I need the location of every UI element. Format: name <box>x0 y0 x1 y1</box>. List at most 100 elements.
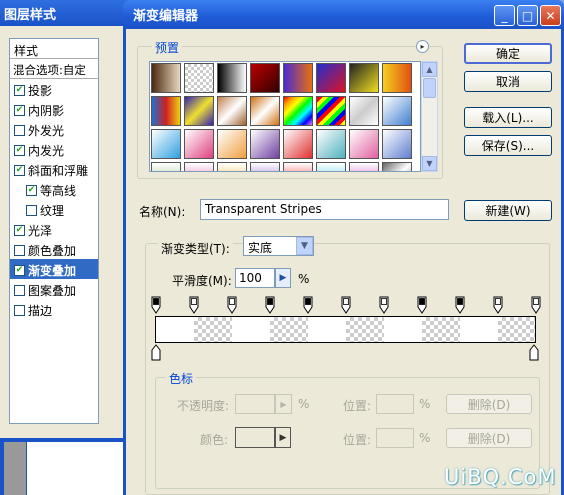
save-button[interactable]: 保存(S)... <box>464 135 552 156</box>
transparent-stripe <box>498 317 535 342</box>
preview-area <box>27 442 128 495</box>
preset-swatch[interactable] <box>283 63 313 93</box>
checkbox-checked-icon[interactable]: ✔ <box>14 84 25 96</box>
style-item[interactable]: 图案叠加 <box>10 279 98 299</box>
opacity-stop[interactable] <box>151 296 161 314</box>
preset-swatch[interactable] <box>349 162 379 171</box>
preset-swatch[interactable] <box>184 129 214 159</box>
smoothness-input[interactable]: 100 <box>235 268 275 288</box>
preset-swatch[interactable] <box>217 63 247 93</box>
preset-swatch[interactable] <box>250 63 280 93</box>
smoothness-slider-arrow-icon[interactable]: ▶ <box>275 268 291 288</box>
style-item-label: 渐变叠加 <box>28 263 77 278</box>
style-item[interactable]: ✔ 斜面和浮雕 <box>10 159 98 179</box>
style-item[interactable]: 描边 <box>10 299 98 319</box>
checkbox-icon[interactable] <box>26 204 37 216</box>
preset-swatch[interactable] <box>217 96 247 126</box>
new-button[interactable]: 新建(W) <box>464 200 552 221</box>
preset-swatch[interactable] <box>184 96 214 126</box>
style-item[interactable]: ✔ 渐变叠加 <box>10 259 98 279</box>
style-item[interactable]: 外发光 <box>10 119 98 139</box>
checkbox-checked-icon[interactable]: ✔ <box>26 184 37 196</box>
style-item[interactable]: ✔ 内阴影 <box>10 99 98 119</box>
checkbox-icon[interactable] <box>14 284 25 296</box>
scroll-thumb[interactable] <box>423 78 436 98</box>
preset-swatch[interactable] <box>316 63 346 93</box>
preset-swatch[interactable] <box>217 129 247 159</box>
ok-button[interactable]: 确定 <box>464 43 552 64</box>
minimize-button[interactable]: _ <box>494 5 515 26</box>
style-item[interactable]: ✔ 投影 <box>10 79 98 99</box>
checkbox-checked-icon[interactable]: ✔ <box>14 144 25 156</box>
opacity-stop[interactable] <box>455 296 465 314</box>
style-item[interactable]: ✔ 内发光 <box>10 139 98 159</box>
checkbox-checked-icon[interactable]: ✔ <box>14 224 25 236</box>
preset-swatch[interactable] <box>382 96 412 126</box>
style-item[interactable]: 颜色叠加 <box>10 239 98 259</box>
scroll-up-icon[interactable]: ▲ <box>422 62 437 77</box>
preset-swatch[interactable] <box>349 96 379 126</box>
preset-swatch[interactable] <box>151 162 181 171</box>
preset-scrollbar[interactable]: ▲ ▼ <box>421 61 438 172</box>
preset-swatch[interactable] <box>382 162 412 171</box>
color-swatch[interactable] <box>235 427 275 448</box>
preset-swatch[interactable] <box>250 96 280 126</box>
scroll-down-icon[interactable]: ▼ <box>422 156 437 171</box>
opacity-stop[interactable] <box>379 296 389 314</box>
color-stop-left[interactable] <box>151 344 161 361</box>
name-input[interactable]: Transparent Stripes <box>200 199 449 220</box>
opacity-stop[interactable] <box>417 296 427 314</box>
opacity-stop[interactable] <box>189 296 199 314</box>
transparent-stripe <box>422 317 460 342</box>
opacity-input <box>235 394 275 414</box>
opacity-stop[interactable] <box>265 296 275 314</box>
preset-swatch[interactable] <box>283 129 313 159</box>
preset-swatch[interactable] <box>316 129 346 159</box>
color-stop-right[interactable] <box>529 344 539 361</box>
checkbox-icon[interactable] <box>14 304 25 316</box>
checkbox-icon[interactable] <box>14 244 25 256</box>
dropdown-chevron-icon[interactable]: ▼ <box>296 237 313 255</box>
load-button[interactable]: 载入(L)... <box>464 107 552 128</box>
presets-menu-icon[interactable]: ▸ <box>416 40 429 53</box>
checkbox-checked-icon[interactable]: ✔ <box>14 264 25 276</box>
preset-swatch[interactable] <box>151 63 181 93</box>
preset-swatch[interactable] <box>316 162 346 171</box>
opacity-stop[interactable] <box>303 296 313 314</box>
close-button[interactable]: ✕ <box>540 5 561 26</box>
opacity-stop[interactable] <box>341 296 351 314</box>
checkbox-checked-icon[interactable]: ✔ <box>14 104 25 116</box>
blending-options-item[interactable]: 混合选项:自定 <box>10 59 98 79</box>
color-menu-arrow-icon[interactable]: ▶ <box>275 427 291 448</box>
preset-swatch[interactable] <box>250 162 280 171</box>
preview-swatch-gray <box>4 442 26 495</box>
style-item[interactable]: 纹理 <box>10 199 98 219</box>
preset-swatch[interactable] <box>151 96 181 126</box>
checkbox-checked-icon[interactable]: ✔ <box>14 164 25 176</box>
opacity-stop[interactable] <box>227 296 237 314</box>
checkbox-icon[interactable] <box>14 124 25 136</box>
preset-swatch[interactable] <box>349 63 379 93</box>
preset-grid[interactable] <box>149 61 421 172</box>
opacity-stop[interactable] <box>531 296 541 314</box>
preset-swatch[interactable] <box>316 96 346 126</box>
preset-swatch[interactable] <box>349 129 379 159</box>
cancel-button[interactable]: 取消 <box>464 71 552 92</box>
opacity-stop[interactable] <box>493 296 503 314</box>
preset-swatch[interactable] <box>151 129 181 159</box>
gradient-bar[interactable] <box>155 316 536 343</box>
style-items: ✔ 投影 ✔ 内阴影 外发光 ✔ 内发光 ✔ 斜面和浮雕 ✔ 等高线 纹理 ✔ 光泽 颜色叠加 ✔ 渐变叠加 图案… <box>10 79 98 319</box>
style-item-label: 外发光 <box>28 123 65 138</box>
preset-swatch[interactable] <box>184 162 214 171</box>
name-label: 名称(N): <box>139 205 186 219</box>
preset-swatch[interactable] <box>217 162 247 171</box>
preset-swatch[interactable] <box>250 129 280 159</box>
preset-swatch[interactable] <box>283 162 313 171</box>
maximize-button[interactable]: □ <box>517 5 538 26</box>
preset-swatch[interactable] <box>382 63 412 93</box>
preset-swatch[interactable] <box>184 63 214 93</box>
preset-swatch[interactable] <box>283 96 313 126</box>
preset-swatch[interactable] <box>382 129 412 159</box>
style-item[interactable]: ✔ 等高线 <box>10 179 98 199</box>
style-item[interactable]: ✔ 光泽 <box>10 219 98 239</box>
